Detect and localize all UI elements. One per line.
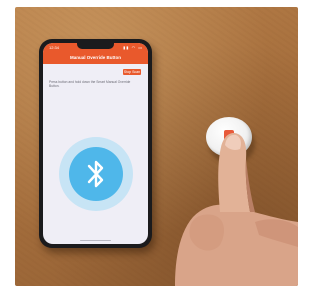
photo-scene: 12:34 ▮▮ ◠ ▭ Manual Override Button Stop…	[15, 7, 298, 286]
hand-palm	[175, 204, 298, 286]
hand-pressing-device	[175, 133, 298, 286]
